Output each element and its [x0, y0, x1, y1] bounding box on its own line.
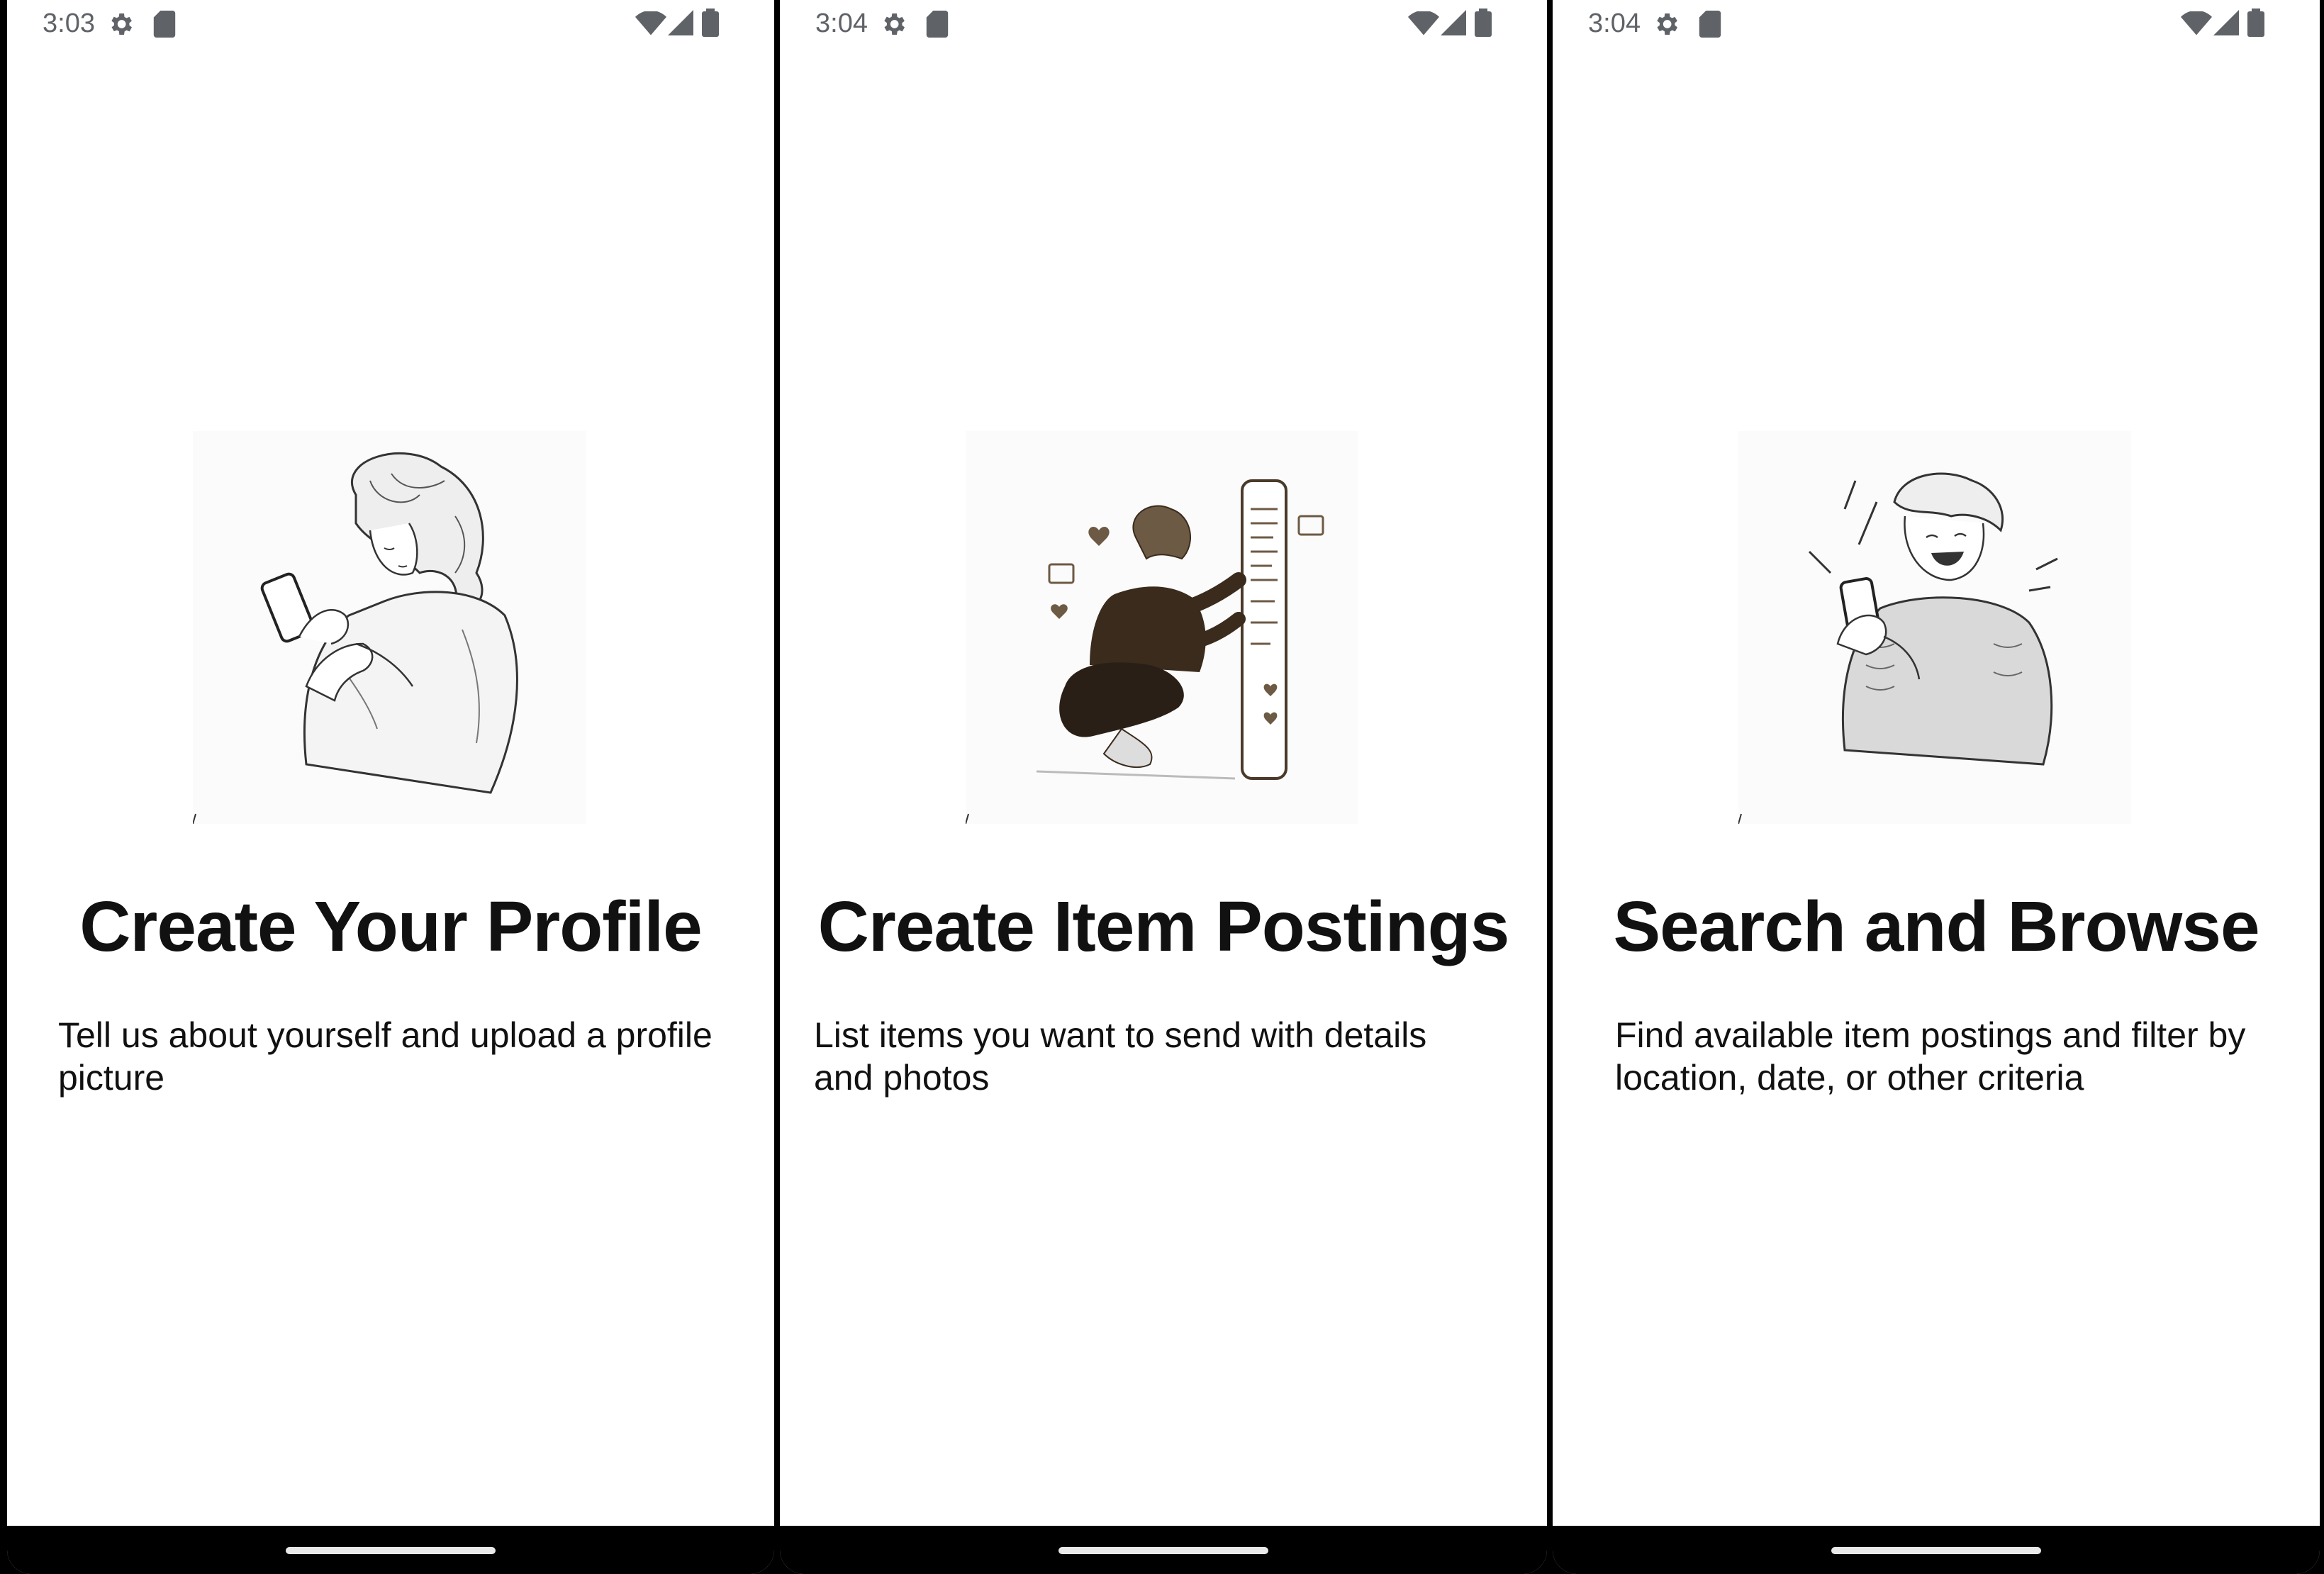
sd-card-icon — [1699, 11, 1721, 38]
cell-signal-icon — [668, 10, 693, 35]
page-title: Search and Browse — [1613, 887, 2259, 966]
home-gesture-handle[interactable] — [1058, 1547, 1268, 1554]
gesture-navigation-bar — [7, 1526, 774, 1574]
home-gesture-handle[interactable] — [1831, 1547, 2041, 1554]
page-title: Create Item Postings — [817, 887, 1510, 966]
settings-gear-icon — [884, 13, 905, 35]
onboarding-screen-search[interactable]: 3:04 Search and Browse Find available it… — [1553, 0, 2320, 1574]
settings-gear-icon — [1657, 13, 1677, 35]
battery-icon — [1475, 9, 1492, 37]
woman-posting-illustration — [966, 431, 1358, 824]
settings-gear-icon — [111, 13, 132, 35]
woman-with-phone-illustration — [193, 431, 586, 824]
onboarding-screens: 3:03 Create Your Profile Tell us about y… — [0, 0, 2324, 1574]
gesture-navigation-bar — [780, 1526, 1547, 1574]
status-bar: 3:04 — [780, 0, 1547, 48]
status-time: 3:03 — [43, 9, 95, 38]
battery-icon — [2247, 9, 2264, 37]
page-description: Tell us about yourself and upload a prof… — [58, 1015, 713, 1098]
onboarding-screen-postings[interactable]: 3:04 Create Item Postings List items you… — [780, 0, 1547, 1574]
gesture-navigation-bar — [1553, 1526, 2320, 1574]
wifi-icon — [2181, 11, 2212, 35]
battery-icon — [702, 9, 719, 37]
cell-signal-icon — [1441, 10, 1466, 35]
status-bar: 3:04 — [1553, 0, 2320, 48]
cell-signal-icon — [2213, 10, 2239, 35]
status-time: 3:04 — [1588, 9, 1641, 38]
sd-card-icon — [153, 11, 176, 38]
status-bar: 3:03 — [7, 0, 774, 48]
page-description: Find available item postings and filter … — [1615, 1015, 2246, 1098]
onboarding-screen-profile[interactable]: 3:03 Create Your Profile Tell us about y… — [7, 0, 774, 1574]
wifi-icon — [1408, 11, 1439, 35]
sd-card-icon — [926, 11, 949, 38]
status-time: 3:04 — [815, 9, 868, 38]
laughing-man-illustration — [1738, 431, 2131, 824]
home-gesture-handle[interactable] — [286, 1547, 496, 1554]
wifi-icon — [635, 11, 666, 35]
page-title: Create Your Profile — [79, 887, 703, 966]
page-description: List items you want to send with details… — [814, 1015, 1427, 1098]
